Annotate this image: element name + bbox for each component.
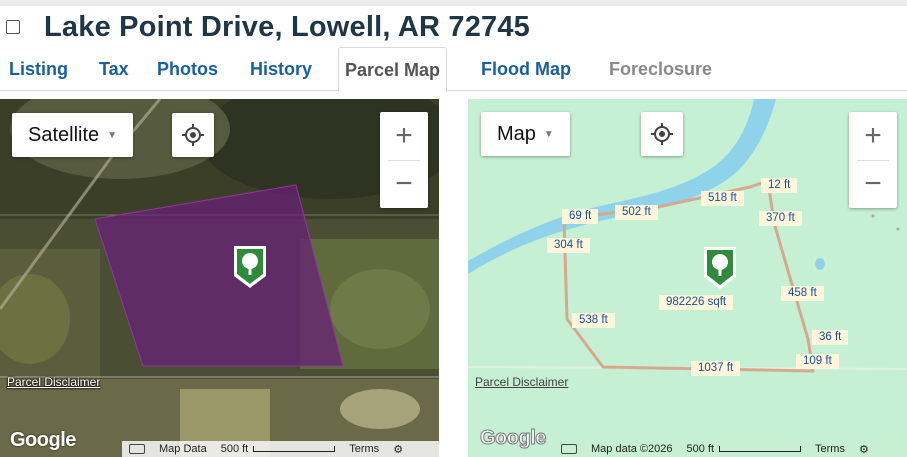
dimension-label-370ft: 370 ft: [759, 211, 802, 226]
page-title: Lake Point Drive, Lowell, AR 72745: [44, 10, 531, 43]
dimension-label-1037ft: 1037 ft: [691, 361, 741, 376]
map-type-dropdown[interactable]: Satellite ▼: [12, 113, 134, 157]
dimension-label-518ft: 518 ft: [701, 191, 744, 206]
dimension-label-304ft: 304 ft: [547, 238, 590, 253]
zoom-control: + −: [849, 112, 897, 208]
locate-button[interactable]: [172, 113, 214, 157]
satellite-map[interactable]: Satellite ▼ + − Parcel Disclaimer Google…: [0, 99, 439, 457]
zoom-out-button[interactable]: −: [849, 160, 897, 208]
map-type-label: Satellite: [28, 123, 100, 146]
zoom-in-button[interactable]: +: [380, 112, 428, 160]
locate-icon: [651, 123, 673, 145]
tab-photos[interactable]: Photos: [157, 47, 218, 91]
locate-icon: [182, 124, 204, 146]
tab-listing[interactable]: Listing: [9, 47, 68, 91]
tab-tax[interactable]: Tax: [99, 47, 129, 91]
caret-down-icon: ▼: [543, 128, 554, 140]
zoom-out-button[interactable]: −: [380, 160, 428, 208]
dimension-label-458ft: 458 ft: [781, 286, 824, 301]
keyboard-icon: [129, 444, 145, 454]
map-type-label: Map: [497, 122, 536, 145]
dimension-label-538ft: 538 ft: [572, 313, 615, 328]
area-label: 982226 sqft: [659, 295, 734, 310]
parcel-disclaimer-link[interactable]: Parcel Disclaimer: [475, 375, 568, 389]
scale-indicator[interactable]: 500 ft: [214, 443, 343, 455]
parcel-tree-marker-icon[interactable]: [702, 245, 738, 291]
zoom-control: + −: [380, 112, 428, 208]
dimension-label-109ft: 109 ft: [796, 354, 839, 369]
tab-flood-map[interactable]: Flood Map: [481, 47, 571, 91]
road-map[interactable]: Map ▼ + − 12 ft 518 ft 502 ft 69 ft 370 …: [468, 99, 907, 457]
select-checkbox[interactable]: [6, 20, 20, 34]
dimension-label-36ft: 36 ft: [812, 330, 849, 345]
map-data-link[interactable]: Map data ©2026: [584, 443, 680, 455]
terms-link[interactable]: Terms: [342, 443, 386, 455]
map-type-dropdown[interactable]: Map ▼: [481, 112, 570, 156]
keyboard-shortcuts-button[interactable]: [554, 444, 584, 454]
map-attribution-bar: Map data ©2026 500 ft Terms ⚙: [554, 441, 907, 457]
top-strip: [0, 0, 907, 6]
title-row: Lake Point Drive, Lowell, AR 72745: [0, 8, 530, 46]
parcel-disclaimer-link[interactable]: Parcel Disclaimer: [7, 375, 100, 389]
map-attribution-bar: Map Data 500 ft Terms ⚙: [122, 441, 439, 457]
caret-down-icon: ▼: [107, 129, 118, 141]
scale-bar: [719, 446, 802, 452]
tab-history[interactable]: History: [250, 47, 312, 91]
tab-bar: Listing Tax Photos History Parcel Map Fl…: [0, 47, 907, 92]
google-logo: Google: [10, 429, 76, 451]
dimension-label-12ft: 12 ft: [761, 178, 798, 193]
tab-parcel-map[interactable]: Parcel Map: [338, 47, 448, 92]
keyboard-icon: [561, 444, 577, 454]
dimension-label-502ft: 502 ft: [615, 205, 658, 220]
zoom-in-button[interactable]: +: [849, 112, 897, 160]
dimension-label-69ft: 69 ft: [562, 209, 599, 224]
gear-icon[interactable]: ⚙: [852, 443, 876, 456]
scale-bar: [253, 446, 336, 452]
keyboard-shortcuts-button[interactable]: [122, 444, 152, 454]
gear-icon[interactable]: ⚙: [386, 443, 410, 456]
map-data-link[interactable]: Map Data: [152, 443, 214, 455]
google-logo: Google: [480, 427, 547, 450]
scale-indicator[interactable]: 500 ft: [680, 443, 809, 455]
terms-link[interactable]: Terms: [808, 443, 852, 455]
scale-label: 500 ft: [686, 443, 715, 455]
parcel-tree-marker-icon[interactable]: [232, 244, 268, 290]
scale-label: 500 ft: [220, 443, 249, 455]
tab-foreclosure[interactable]: Foreclosure: [609, 47, 712, 91]
locate-button[interactable]: [641, 112, 683, 156]
